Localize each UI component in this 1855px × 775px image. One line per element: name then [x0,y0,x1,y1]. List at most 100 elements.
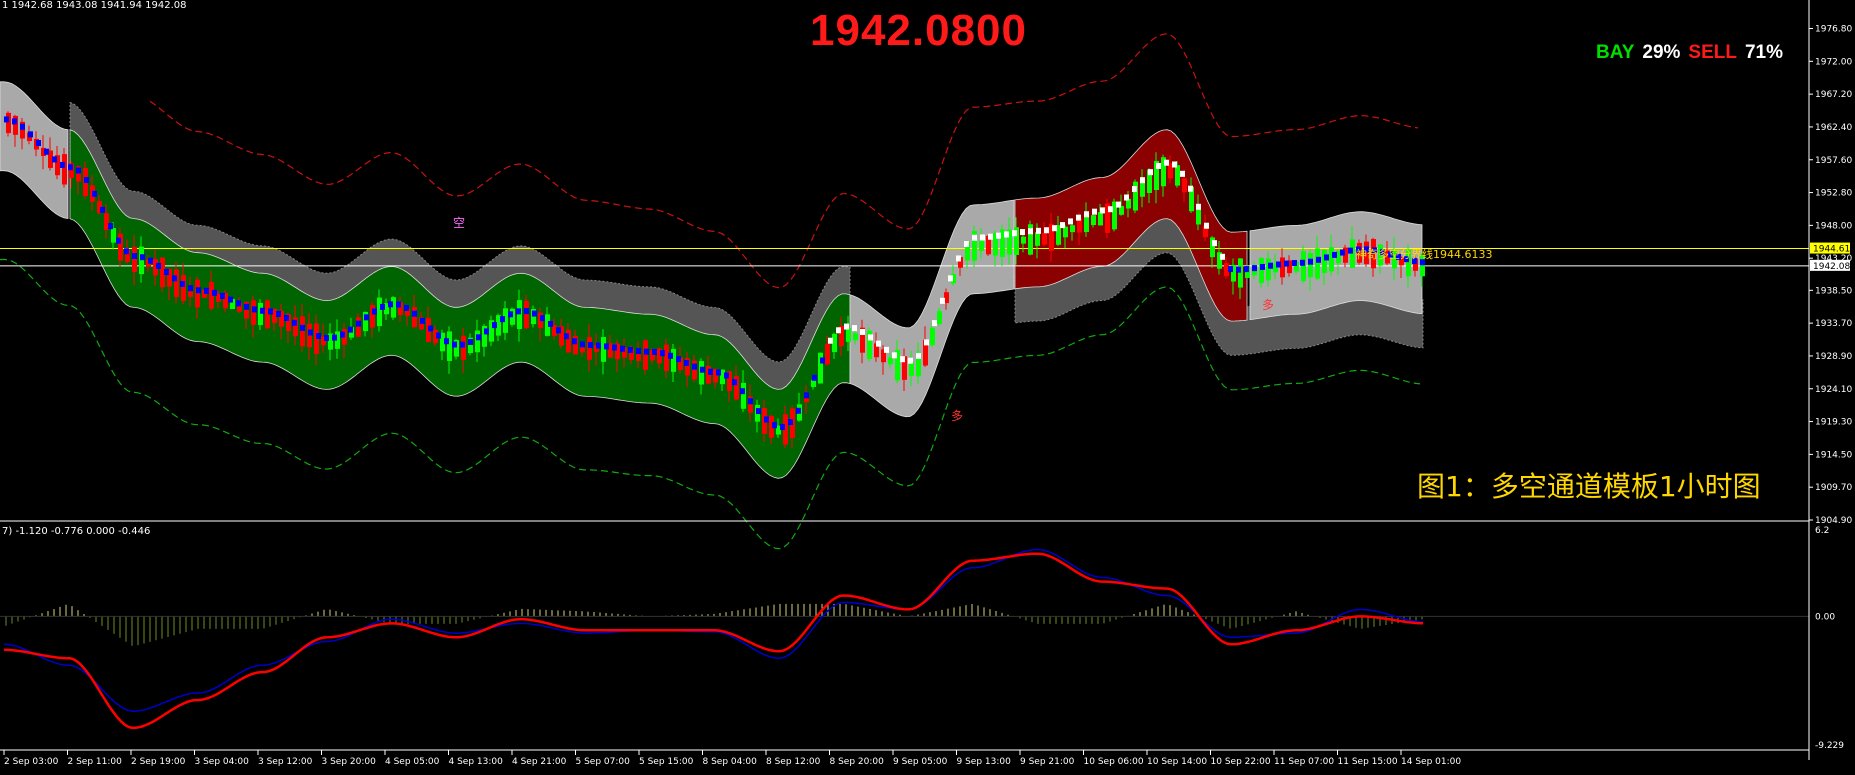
candle-body [475,330,480,353]
trend-marker [1108,206,1113,213]
candle-body [111,228,116,243]
time-tick-label: 8 Sep 04:00 [703,757,758,767]
trend-marker [580,341,585,348]
trend-marker [868,334,873,341]
trend-marker [148,257,153,264]
trend-marker [876,340,881,347]
trend-marker [604,343,609,350]
trend-marker [244,303,249,310]
bay-label: BAY [1596,42,1635,63]
trend-marker [68,164,73,171]
candle-body [1070,225,1075,233]
trend-marker [388,301,393,308]
channel-segment-2 [849,199,1015,418]
candle-body [461,335,466,360]
time-tick-label: 9 Sep 13:00 [957,757,1012,767]
macd-line [3,552,1424,730]
price-tick-label: 1933.70 [1815,319,1852,329]
trend-marker [636,348,641,355]
price-marker-label: 1942.08 [1813,262,1850,272]
trend-marker [212,289,217,296]
trend-marker [204,287,209,294]
candle-body [1315,248,1320,279]
trend-marker [500,316,505,323]
boundary-line-label: 神奇多空分界线1944.6133 [1356,248,1493,261]
time-tick-label: 10 Sep 14:00 [1147,757,1207,767]
trend-marker [852,325,857,332]
trend-marker [276,310,281,317]
trend-marker [796,407,801,414]
trend-marker [972,234,977,241]
trend-marker [1172,161,1177,168]
candle-body [692,360,697,380]
trend-marker [220,292,225,299]
candle-body [818,352,823,384]
trend-marker [348,326,353,333]
trend-marker [812,374,817,381]
candle-body [587,336,592,360]
candle-body [391,297,396,318]
trend-marker [1068,218,1073,225]
candle-body [195,279,200,308]
trend-marker [556,327,561,334]
trend-marker [780,423,785,430]
time-tick-label: 2 Sep 11:00 [68,757,123,767]
trend-marker [1044,227,1049,234]
time-tick-label: 8 Sep 20:00 [830,757,885,767]
time-tick-label: 14 Sep 01:00 [1401,757,1461,767]
price-tick-label: 1909.70 [1815,483,1852,493]
candle-body [1091,215,1096,226]
trend-marker [1052,225,1057,232]
trend-marker [1340,249,1345,256]
trend-marker [100,206,105,213]
price-tick-label: 1952.80 [1815,189,1852,199]
trend-marker [1132,186,1137,193]
bear-tag-1: 空 [453,216,466,230]
candle-body [1042,232,1047,245]
trend-marker [36,140,41,147]
trend-marker [156,262,161,269]
candle-body [6,112,11,134]
price-tick-label: 1904.90 [1815,516,1852,526]
candle-body [132,246,137,273]
macd-readout: 7) -1.120 -0.776 0.000 -0.446 [2,526,151,537]
trend-marker [236,300,241,307]
ohlc-readout: 1 1942.68 1943.08 1941.94 1942.08 [2,0,187,11]
trend-marker [1156,162,1161,169]
candle-body [251,300,256,325]
trend-marker [892,352,897,359]
time-tick-label: 10 Sep 06:00 [1084,757,1144,767]
trend-marker [1308,258,1313,265]
trend-marker [1316,256,1321,263]
candle-body [1133,181,1138,211]
price-axis: 1976.80 1972.00 1967.20 1962.40 1957.60 1952.… [1808,0,1852,760]
trend-marker [1236,266,1241,273]
trend-marker [1100,207,1105,214]
time-tick-label: 3 Sep 20:00 [322,757,377,767]
trend-marker [1188,185,1193,192]
trend-marker [804,392,809,399]
trend-marker [924,339,929,346]
trend-marker [820,357,825,364]
trend-marker [1292,260,1297,267]
trend-marker [1284,260,1289,267]
trend-marker [1028,228,1033,235]
trend-marker [300,324,305,331]
trend-marker [284,314,289,321]
trend-marker [700,366,705,373]
trend-marker [52,156,57,163]
candle-body [909,361,914,376]
price-marker-label: 1944.61 [1813,245,1850,255]
trend-marker [1332,251,1337,258]
trend-marker [76,167,81,174]
candle-body [356,317,361,337]
trend-marker [404,304,409,311]
trend-marker [788,419,793,426]
trend-marker [1244,266,1249,273]
trend-marker [900,356,905,363]
trend-marker [124,248,129,255]
candle-body [811,379,816,387]
price-tick-label: 1962.40 [1815,123,1852,133]
trend-marker [716,369,721,376]
trend-marker [1140,177,1145,184]
